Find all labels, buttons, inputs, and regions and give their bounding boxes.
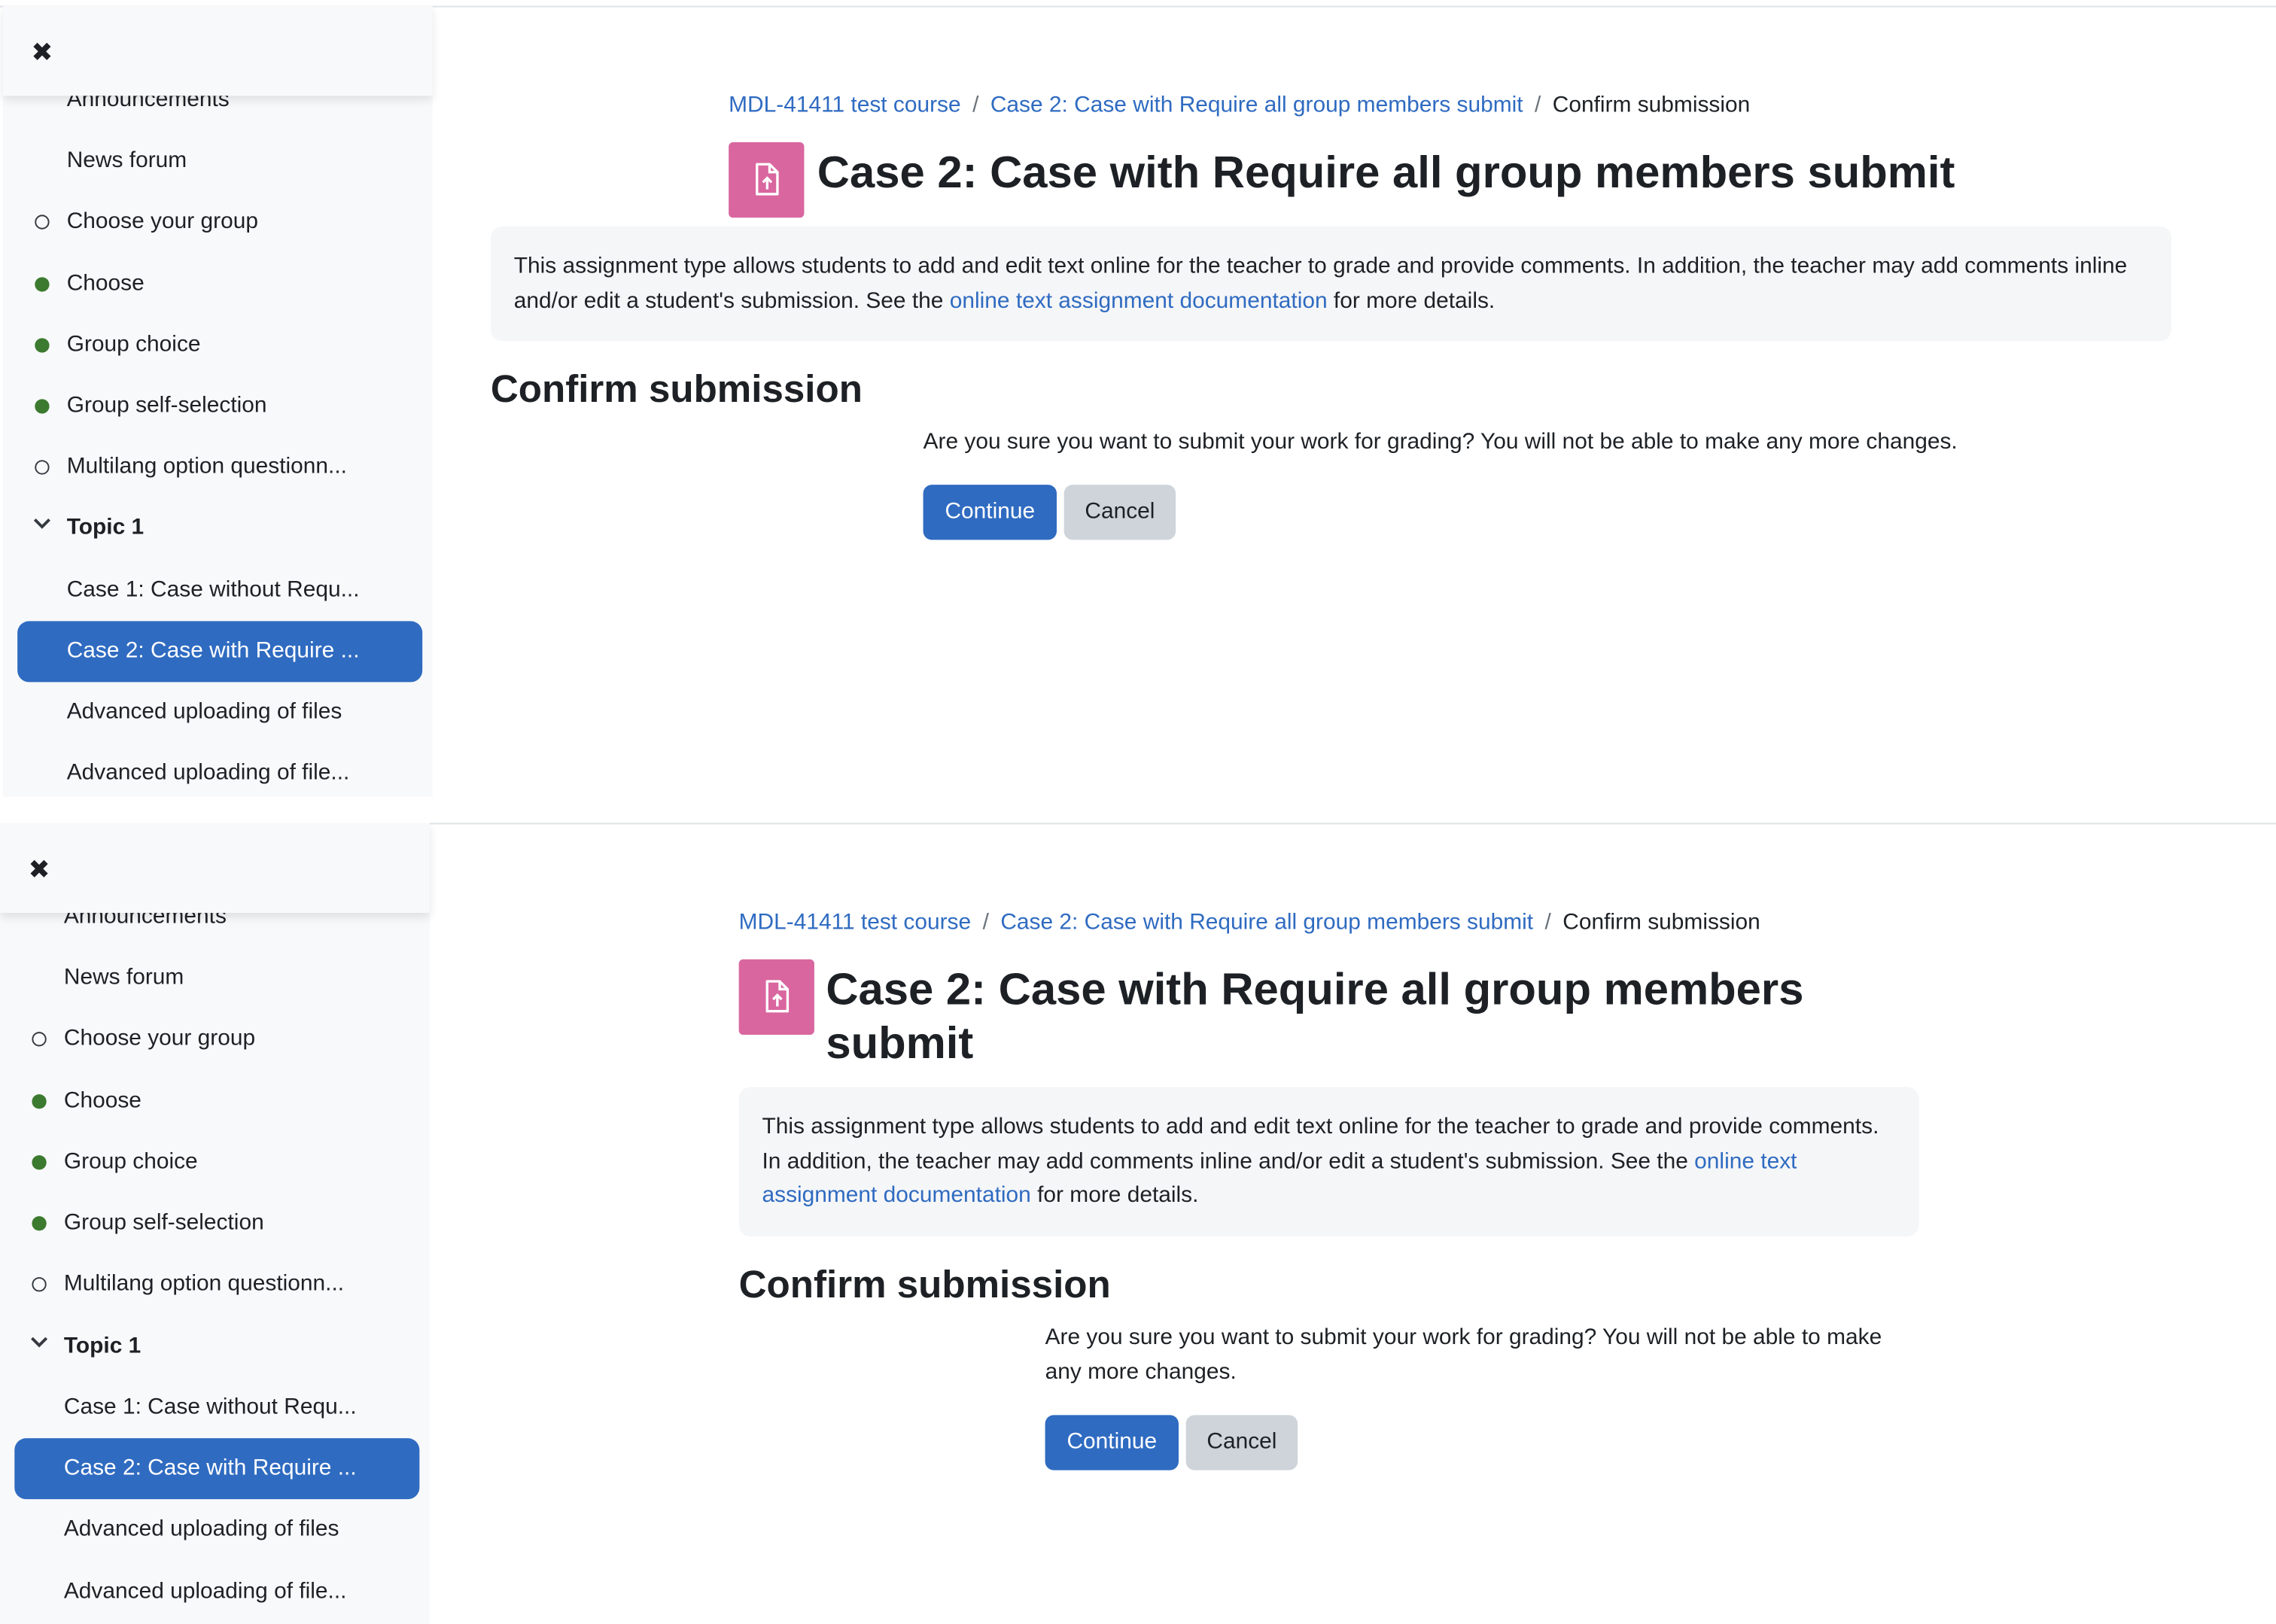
assignment-upload-icon [738,959,814,1036]
section-label: Topic 1 [66,515,145,540]
course-index-item-label: Group self-selection [63,1210,264,1236]
breadcrumb-separator: / [972,93,979,118]
course-index-item-case-2-active[interactable]: Case 2: Case with Require ... [17,621,423,683]
breadcrumb: MDL-41411 test course / Case 2: Case with … [739,910,1760,936]
continue-button[interactable]: Continue [923,485,1057,540]
course-index-item-news-forum[interactable]: News forum [3,131,433,192]
description-text-end: for more details. [1327,287,1496,313]
course-index-item-multilang-option[interactable]: Multilang option questionn... [0,1254,430,1315]
breadcrumb-separator: / [982,910,989,935]
complete-status-icon [32,1094,47,1109]
breadcrumb-activity-link[interactable]: Case 2: Case with Require all group memb… [1000,910,1533,935]
confirm-submission-heading: Confirm submission [738,1262,1111,1306]
cancel-button[interactable]: Cancel [1063,485,1176,540]
course-index-item-label: Advanced uploading of files [63,1516,339,1542]
complete-status-icon [32,1155,47,1170]
course-index-item-news-forum[interactable]: News forum [0,947,430,1008]
course-index-item-label: Case 2: Case with Require ... [66,638,360,664]
close-drawer-button[interactable]: ✖ [17,847,61,891]
course-index-item-group-choice[interactable]: Group choice [0,1132,430,1193]
section-label: Topic 1 [63,1334,141,1359]
course-index-item-label: Choose [66,271,145,297]
course-index-item-label: Case 2: Case with Require ... [63,1455,357,1481]
course-index-item-advanced-uploading[interactable]: Advanced uploading of files [0,1499,430,1560]
course-index-drawer: Announcements News forum Choose your gro… [2,5,433,797]
course-index-item-case-1[interactable]: Case 1: Case without Requ... [3,560,433,621]
course-index-section-topic-1[interactable]: Topic 1 [0,1316,430,1377]
course-index-item-label: Choose your group [63,1026,256,1051]
course-index-item-group-self-selection[interactable]: Group self-selection [3,376,433,436]
drawer-header: ✖ [0,823,430,914]
course-index-item-label: News forum [66,147,187,173]
course-index-item-label: Case 1: Case without Requ... [66,577,360,603]
course-index-item-group-self-selection[interactable]: Group self-selection [0,1193,430,1254]
incomplete-status-icon [32,1277,47,1292]
activity-description: This assignment type allows students to … [738,1087,1919,1236]
incomplete-status-icon [35,460,50,475]
drawer-header: ✖ [2,5,433,96]
page-title: Case 2: Case with Require all group memb… [826,963,1804,1069]
close-drawer-button[interactable]: ✖ [20,30,64,74]
breadcrumb-activity-link[interactable]: Case 2: Case with Require all group memb… [990,93,1523,117]
close-icon: ✖ [28,853,50,883]
course-index-item-label: Group choice [66,332,201,357]
complete-status-icon [35,399,50,414]
breadcrumb-course-link[interactable]: MDL-41411 test course [739,910,972,935]
activity-description: This assignment type allows students to … [490,226,2172,342]
course-index-item-case-1[interactable]: Case 1: Case without Requ... [0,1377,430,1438]
breadcrumb-course-link[interactable]: MDL-41411 test course [729,93,961,117]
course-index-item-advanced-uploading-2[interactable]: Advanced uploading of file... [3,743,433,804]
wide-layout-view: Announcements News forum Choose your gro… [0,0,2276,823]
breadcrumb-separator: / [1544,910,1551,935]
narrow-layout-view: Announcements News forum Choose your gro… [0,823,2276,1624]
course-index-item-choose[interactable]: Choose [0,1071,430,1132]
complete-status-icon [35,277,50,292]
continue-button[interactable]: Continue [1045,1415,1179,1470]
breadcrumb: MDL-41411 test course / Case 2: Case with … [729,93,1750,119]
breadcrumb-current: Confirm submission [1552,93,1751,118]
course-index-item-case-2-active[interactable]: Case 2: Case with Require ... [14,1438,420,1500]
course-index-item-advanced-uploading-2[interactable]: Advanced uploading of file... [0,1562,430,1622]
incomplete-status-icon [35,214,50,230]
complete-status-icon [32,1216,47,1231]
incomplete-status-icon [32,1032,47,1047]
course-index-item-advanced-uploading[interactable]: Advanced uploading of files [3,682,433,743]
course-index-item-label: Advanced uploading of files [66,699,342,725]
chevron-down-icon[interactable] [29,1332,50,1357]
course-index-item-label: Advanced uploading of file... [63,1579,347,1604]
course-index-item-choose-your-group[interactable]: Choose your group [0,1008,430,1069]
course-index-item-multilang-option[interactable]: Multilang option questionn... [3,436,433,497]
breadcrumb-separator: / [1535,93,1541,118]
course-index-section-topic-1[interactable]: Topic 1 [3,497,433,558]
confirm-submission-heading: Confirm submission [490,366,863,411]
course-index-item-label: Choose [63,1088,141,1114]
course-index-item-choose[interactable]: Choose [3,254,433,315]
course-index-item-choose-your-group[interactable]: Choose your group [3,192,433,253]
screenshot-root: Announcements News forum Choose your gro… [0,0,2276,1624]
breadcrumb-current: Confirm submission [1562,910,1760,935]
course-index-drawer: Announcements News forum Choose your gro… [0,823,430,1624]
close-icon: ✖ [31,37,53,66]
description-text-end: for more details. [1030,1182,1199,1208]
confirm-question: Are you sure you want to submit your wor… [923,429,1958,455]
course-index-item-label: Choose your group [66,208,258,234]
online-text-documentation-link[interactable]: online text assignment documentation [950,288,1328,313]
page-title: Case 2: Case with Require all group memb… [817,146,1955,198]
chevron-down-icon[interactable] [32,514,52,539]
course-index-item-label: Group self-selection [66,393,267,418]
course-index-item-label: Group choice [63,1149,198,1175]
assignment-upload-icon [729,141,805,218]
course-index-item-label: News forum [63,965,184,990]
course-index-item-label: Multilang option questionn... [66,454,347,479]
cancel-button[interactable]: Cancel [1185,1415,1298,1470]
complete-status-icon [35,338,50,353]
course-index-item-label: Advanced uploading of file... [66,760,350,786]
course-index-item-group-choice[interactable]: Group choice [3,315,433,376]
course-index-item-label: Multilang option questionn... [63,1271,345,1297]
course-index-item-label: Case 1: Case without Requ... [63,1394,357,1420]
confirm-question: Are you sure you want to submit your wor… [1045,1324,1882,1384]
